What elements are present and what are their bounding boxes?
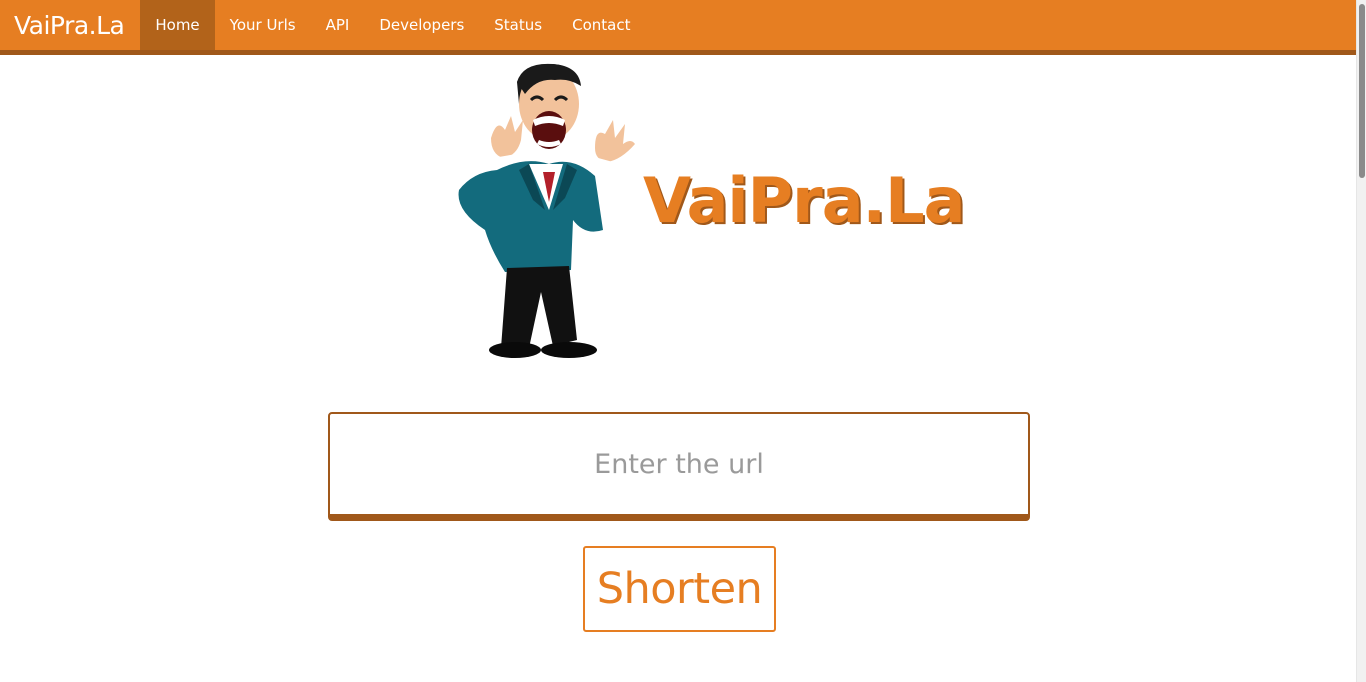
nav-item-status[interactable]: Status bbox=[479, 0, 557, 50]
shorten-button[interactable]: Shorten bbox=[583, 546, 776, 632]
laughing-man-mascot-icon bbox=[458, 63, 635, 358]
vertical-scrollbar[interactable] bbox=[1356, 0, 1366, 682]
top-navbar: VaiPra.La Home Your Urls API Developers … bbox=[0, 0, 1356, 55]
url-input[interactable] bbox=[328, 412, 1030, 521]
nav-item-developers[interactable]: Developers bbox=[364, 0, 479, 50]
nav-item-home[interactable]: Home bbox=[140, 0, 215, 50]
hero-logo: VaiPra.La bbox=[445, 60, 965, 365]
scrollbar-thumb[interactable] bbox=[1359, 4, 1365, 178]
brand-link[interactable]: VaiPra.La bbox=[0, 0, 140, 50]
hero-title: VaiPra.La bbox=[643, 164, 965, 237]
nav-item-your-urls[interactable]: Your Urls bbox=[215, 0, 311, 50]
nav-item-contact[interactable]: Contact bbox=[557, 0, 645, 50]
nav-item-api[interactable]: API bbox=[311, 0, 365, 50]
